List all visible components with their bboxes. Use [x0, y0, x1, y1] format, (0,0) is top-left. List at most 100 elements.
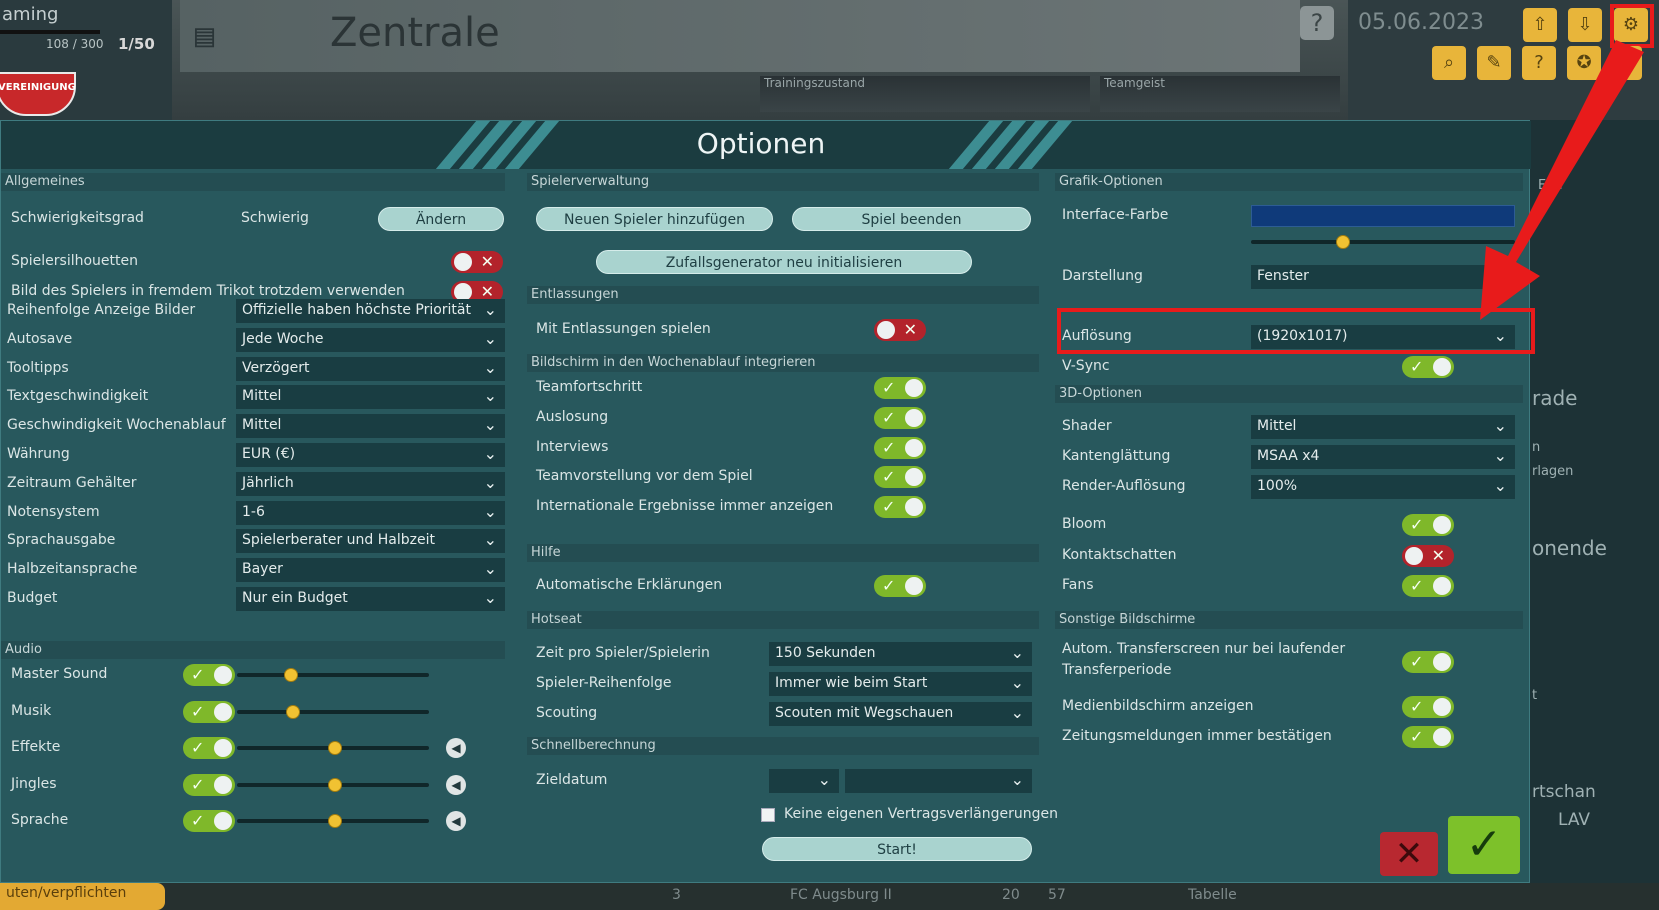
add-player-button[interactable]: Neuen Spieler hinzufügen: [536, 207, 773, 231]
check-icon: ✓: [882, 467, 896, 487]
audio-toggle[interactable]: ✓: [183, 700, 235, 723]
graphics3d-toggle[interactable]: ✓: [1402, 514, 1454, 536]
hotseat-dropdown[interactable]: Immer wie beim Start ⌄: [769, 672, 1032, 696]
chevron-down-icon: ⌄: [1010, 703, 1024, 722]
cancel-button[interactable]: ✕: [1380, 832, 1438, 876]
slider-thumb[interactable]: [1336, 235, 1351, 249]
section-audio: Audio: [1, 641, 505, 659]
auto-explain-toggle[interactable]: ✓: [874, 575, 926, 597]
silhouettes-toggle[interactable]: ✕: [451, 251, 503, 273]
speaker-icon[interactable]: ◀: [446, 738, 466, 758]
hotseat-dropdown-value: 150 Sekunden: [775, 645, 876, 661]
bottom-table-label: Tabelle: [1188, 887, 1237, 903]
volume-slider[interactable]: [237, 777, 429, 792]
general-option-dropdown-value: Mittel: [242, 388, 282, 405]
graphics3d-toggle[interactable]: ✓: [1402, 575, 1454, 597]
slider-thumb[interactable]: [283, 668, 298, 682]
check-icon: ✓: [1465, 819, 1503, 870]
graphics3d-dropdown[interactable]: MSAA x4 ⌄: [1251, 445, 1515, 469]
general-option-dropdown[interactable]: Mittel ⌄: [236, 414, 505, 439]
interface-color-label: Interface-Farbe: [1062, 207, 1169, 223]
general-option-dropdown[interactable]: 1-6 ⌄: [236, 500, 505, 525]
chevron-down-icon: ⌄: [1493, 476, 1507, 495]
volume-slider[interactable]: [237, 704, 429, 719]
help-icon[interactable]: ?: [1300, 6, 1334, 40]
graphics3d-dropdown[interactable]: 100% ⌄: [1251, 475, 1515, 499]
general-option-dropdown[interactable]: Jährlich ⌄: [236, 471, 505, 496]
target-date-label: Zieldatum: [536, 772, 608, 788]
general-option-dropdown[interactable]: Spielerberater und Halbzeit ⌄: [236, 529, 505, 554]
check-icon: ✓: [191, 738, 205, 757]
graphics3d-dropdown[interactable]: Mittel ⌄: [1251, 415, 1515, 439]
toggle-knob: [214, 775, 232, 794]
dialog-title: Optionen: [696, 127, 826, 160]
volume-slider[interactable]: [237, 814, 429, 828]
slider-thumb[interactable]: [327, 777, 342, 792]
week-screen-toggle[interactable]: ✓: [874, 436, 926, 459]
start-button[interactable]: Start!: [762, 837, 1032, 861]
check-icon: ✓: [1410, 576, 1424, 595]
slider-thumb[interactable]: [327, 741, 342, 755]
target-month-dropdown[interactable]: ⌄: [845, 769, 1032, 793]
mode-label: aming: [2, 4, 59, 25]
week-screen-toggle[interactable]: ✓: [874, 377, 926, 399]
general-option-dropdown[interactable]: Bayer ⌄: [236, 558, 505, 583]
vsync-toggle[interactable]: ✓: [1402, 356, 1454, 378]
close-icon: ✕: [1394, 834, 1424, 874]
audio-toggle[interactable]: ✓: [183, 664, 235, 686]
newspaper-toggle[interactable]: ✓: [1402, 726, 1454, 748]
general-option-dropdown[interactable]: Offizielle haben höchste Priorität ⌄: [236, 299, 505, 323]
target-day-dropdown[interactable]: ⌄: [769, 769, 839, 793]
end-game-button[interactable]: Spiel beenden: [792, 207, 1031, 231]
toggle-knob: [214, 702, 232, 721]
audio-toggle[interactable]: ✓: [183, 773, 235, 796]
general-option-label: Geschwindigkeit Wochenablauf: [7, 417, 226, 434]
general-option-dropdown-value: Nur ein Budget: [242, 590, 348, 606]
speaker-icon[interactable]: ◀: [446, 811, 466, 831]
graphics3d-toggle[interactable]: ✕: [1402, 544, 1454, 567]
general-option-dropdown[interactable]: Mittel ⌄: [236, 385, 505, 410]
dismissals-toggle[interactable]: ✕: [874, 319, 926, 341]
confirm-button[interactable]: ✓: [1448, 816, 1520, 874]
side-label: rade: [1532, 386, 1578, 410]
check-icon: ✓: [882, 576, 896, 595]
hotseat-dropdown[interactable]: Scouten mit Wegschauen ⌄: [769, 702, 1032, 726]
transfer-screen-toggle[interactable]: ✓: [1402, 651, 1454, 673]
silhouettes-label: Spielersilhouetten: [11, 253, 138, 269]
side-label: onende: [1532, 536, 1607, 560]
audio-toggle[interactable]: ✓: [183, 810, 235, 832]
bottom-number: 20: [1002, 887, 1020, 903]
hotseat-dropdown[interactable]: 150 Sekunden ⌄: [769, 642, 1032, 666]
general-option-dropdown[interactable]: Verzögert ⌄: [236, 356, 505, 381]
general-option-dropdown[interactable]: EUR (€) ⌄: [236, 443, 505, 467]
week-screen-toggle[interactable]: ✓: [874, 406, 926, 429]
week-screen-toggle[interactable]: ✓: [874, 496, 926, 519]
volume-slider[interactable]: [237, 741, 429, 755]
general-option-dropdown[interactable]: Jede Woche ⌄: [236, 327, 505, 352]
section-general: Allgemeines: [1, 173, 505, 191]
no-renewals-checkbox[interactable]: [761, 808, 775, 822]
media-screen-toggle[interactable]: ✓: [1402, 696, 1454, 718]
audio-channel-label: Effekte: [11, 739, 61, 755]
toggle-knob: [905, 408, 923, 427]
section-help: Hilfe: [527, 544, 1039, 562]
slider-thumb[interactable]: [327, 814, 342, 828]
week-screen-label: Auslosung: [536, 408, 609, 425]
volume-slider[interactable]: [237, 668, 429, 682]
reinit-rng-button[interactable]: Zufallsgenerator neu initialisieren: [596, 250, 972, 274]
general-option-dropdown-value: Jede Woche: [242, 330, 324, 347]
chevron-down-icon: ⌄: [483, 559, 497, 579]
graphics3d-dropdown-value: 100%: [1257, 478, 1298, 494]
general-option-label: Textgeschwindigkeit: [7, 388, 149, 405]
chevron-down-icon: ⌄: [483, 472, 497, 492]
audio-toggle[interactable]: ✓: [183, 737, 235, 759]
speaker-icon[interactable]: ◀: [446, 774, 466, 795]
change-difficulty-button[interactable]: Ändern: [378, 207, 504, 231]
general-option-dropdown-value: Bayer: [242, 561, 283, 578]
week-screen-toggle[interactable]: ✓: [874, 466, 926, 489]
check-icon: ✓: [191, 811, 205, 830]
bottom-action-button[interactable]: uten/verpflichten: [0, 883, 165, 910]
general-option-dropdown[interactable]: Nur ein Budget ⌄: [236, 587, 505, 611]
section-hotseat: Hotseat: [527, 611, 1039, 629]
slider-thumb[interactable]: [285, 704, 300, 719]
